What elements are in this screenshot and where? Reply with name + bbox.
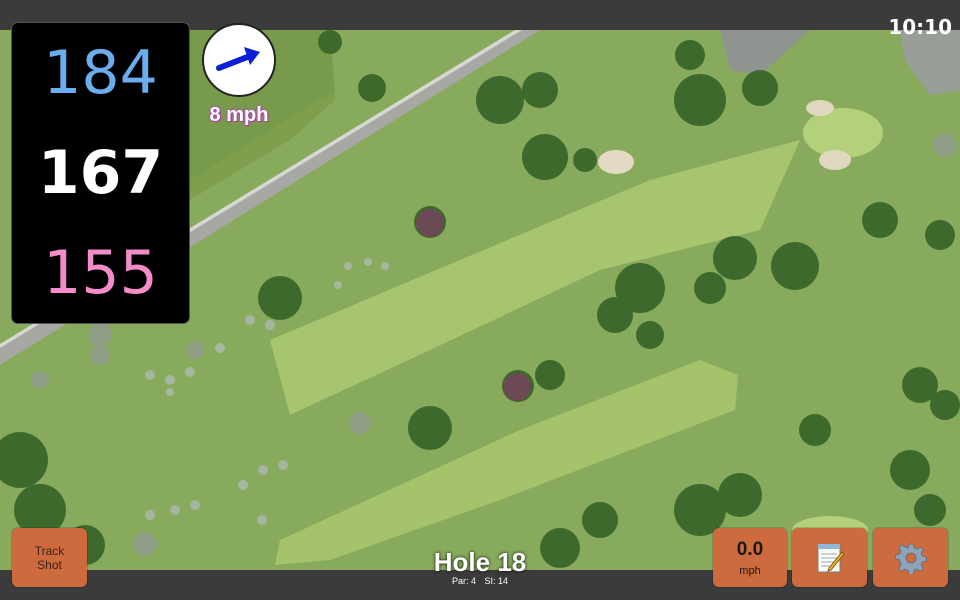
front-distance: 155 — [43, 238, 158, 308]
scorecard-notes-button[interactable] — [792, 528, 867, 587]
speed-button[interactable]: 0.0 mph — [713, 528, 787, 587]
wind-direction-dial — [202, 23, 276, 97]
hole-info: Hole 18 Par: 4 SI: 14 — [400, 548, 560, 587]
stroke-index-label: SI: 14 — [484, 576, 509, 586]
hole-details: Par: 4 SI: 14 — [400, 576, 560, 587]
gear-icon — [894, 543, 927, 574]
notepad-icon — [817, 543, 845, 572]
track-shot-label-line2: Shot — [37, 557, 62, 572]
clock-time: 10:10 — [888, 15, 952, 39]
track-shot-label-line1: Track — [34, 543, 65, 558]
speed-unit: mph — [739, 564, 761, 577]
back-distance: 184 — [43, 38, 158, 108]
wind-speed-label: 8 mph — [209, 104, 269, 126]
distance-panel[interactable]: 184 167 155 — [11, 22, 190, 324]
wind-arrow-icon — [216, 47, 260, 71]
settings-button[interactable] — [873, 528, 948, 587]
par-label: Par: 4 — [451, 576, 476, 586]
speed-value: 0.0 — [736, 538, 764, 560]
hole-title: Hole 18 — [433, 547, 527, 577]
middle-distance: 167 — [37, 138, 164, 208]
track-shot-button[interactable]: Track Shot — [12, 528, 87, 587]
